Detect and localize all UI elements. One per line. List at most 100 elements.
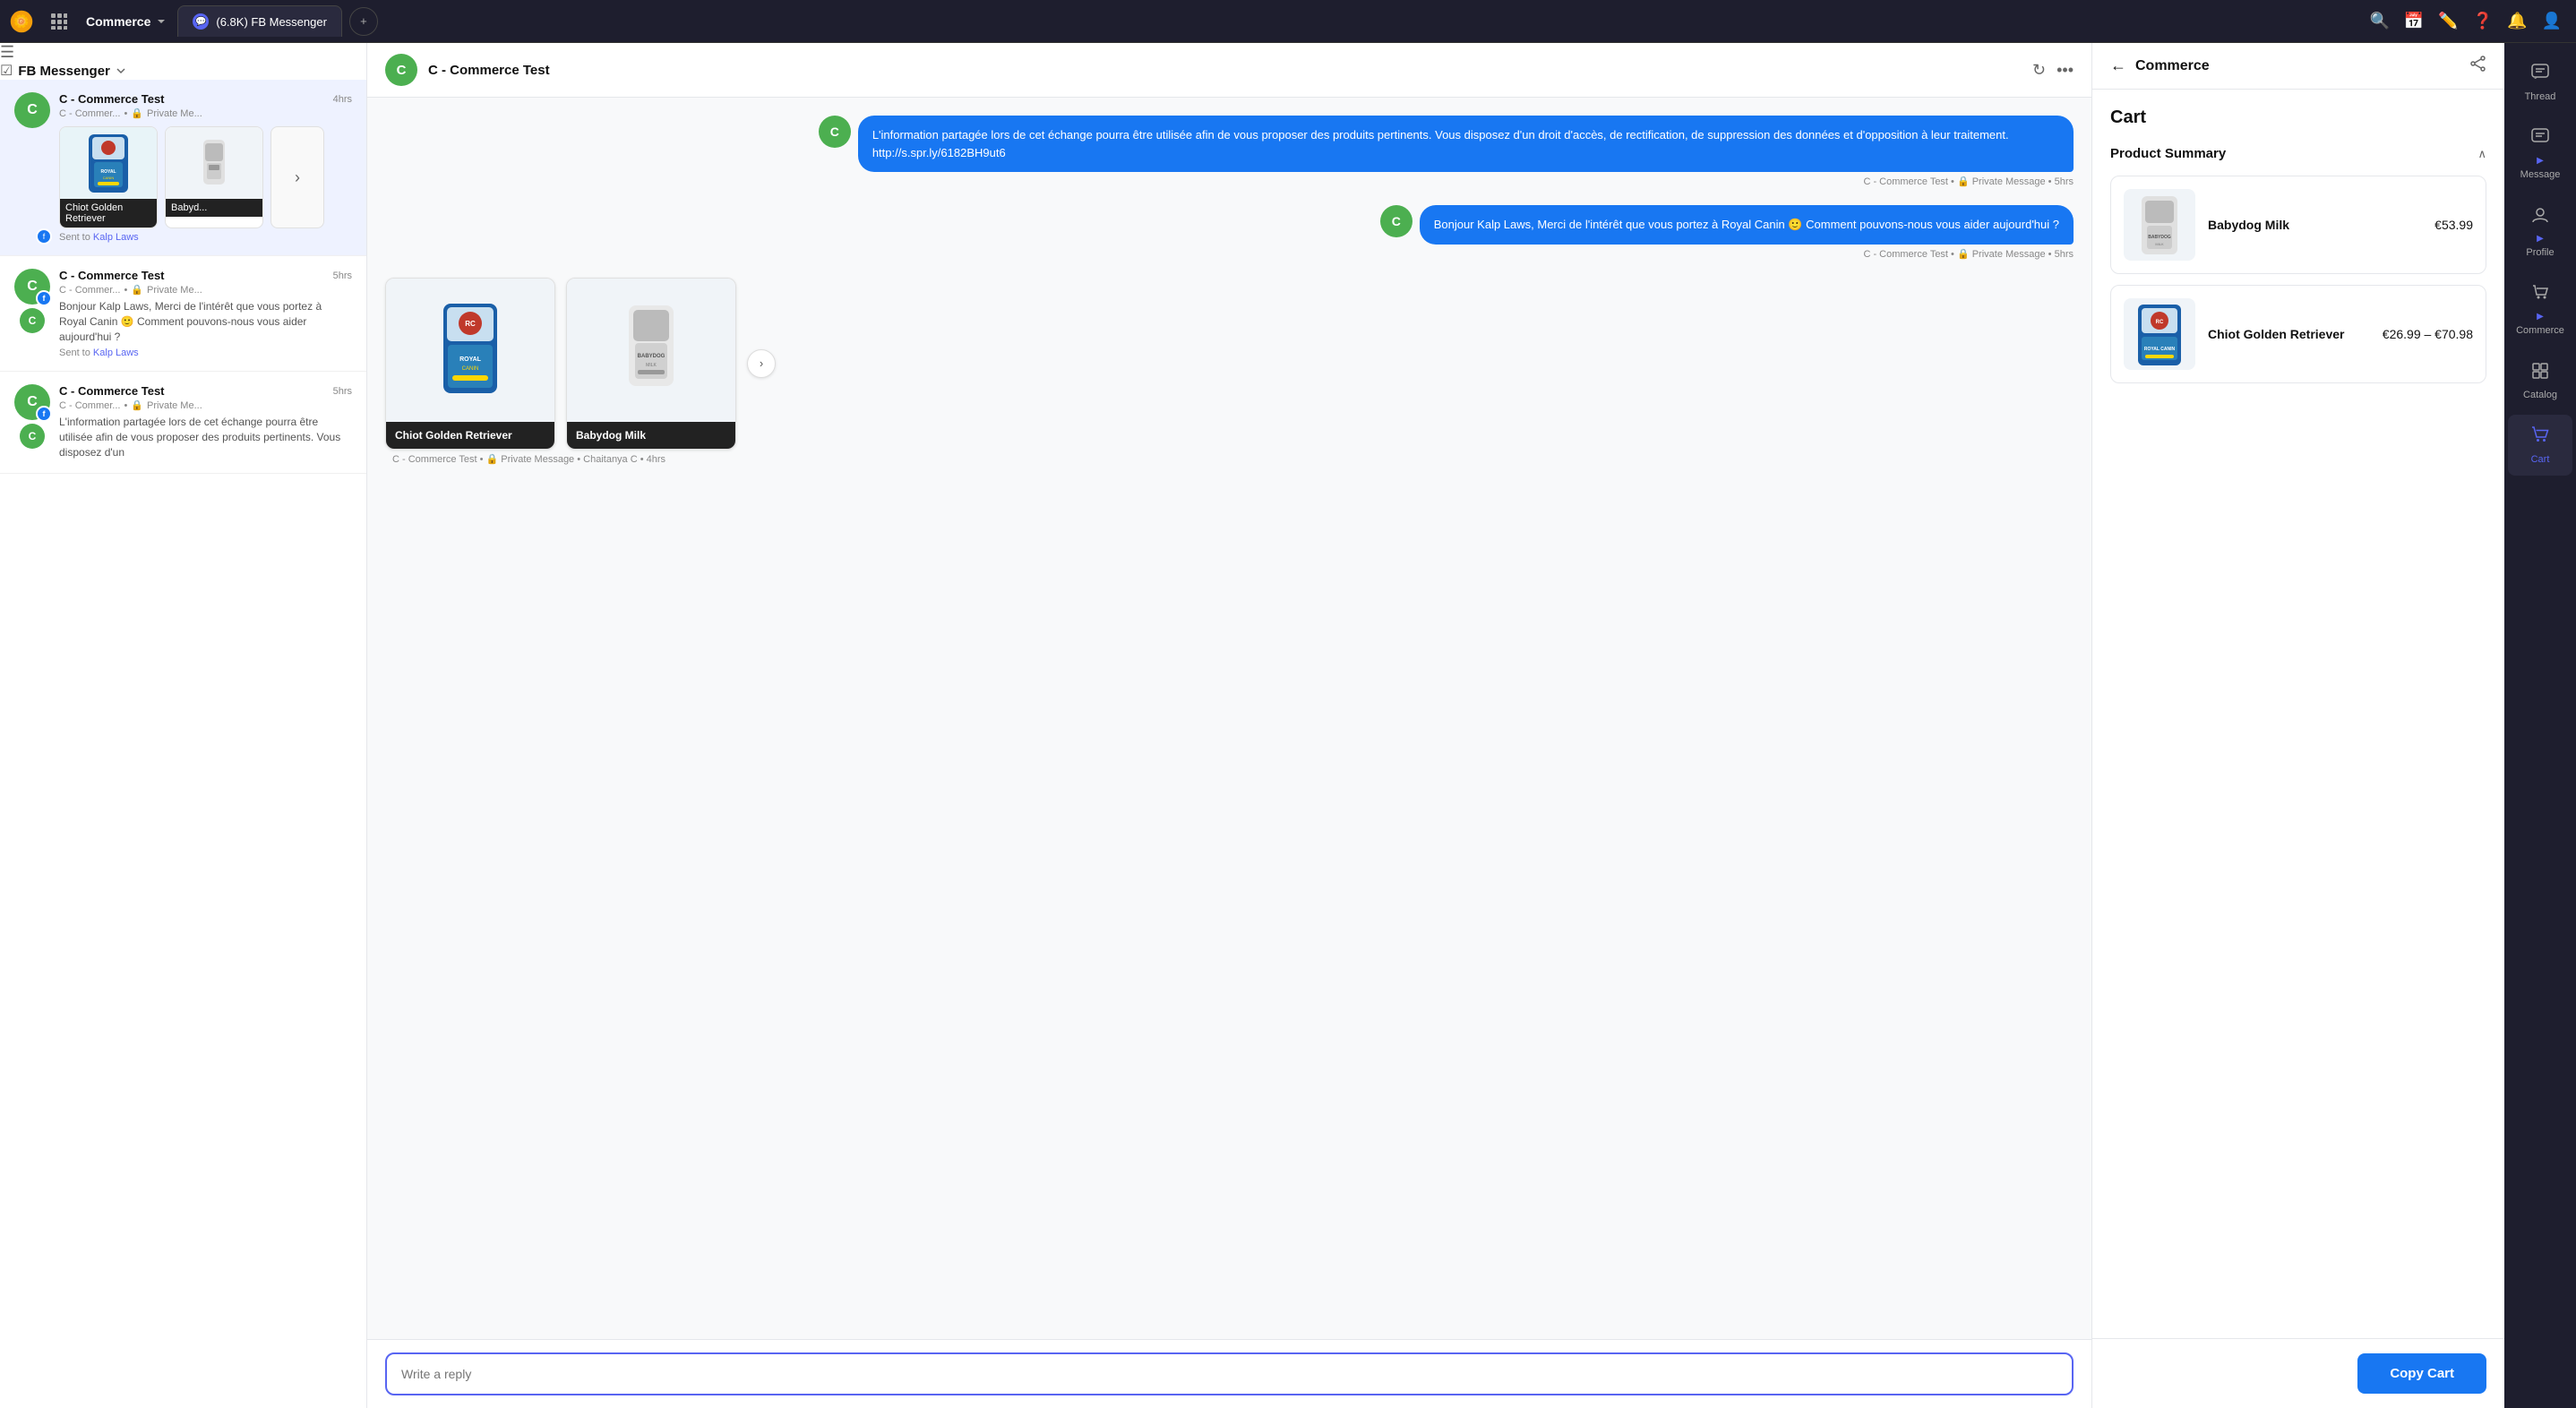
product-summary-header: Product Summary ∧: [2110, 146, 2486, 161]
calendar-icon[interactable]: 📅: [2404, 12, 2424, 30]
svg-text:RC: RC: [2156, 320, 2164, 325]
inner-avatar: C: [20, 308, 45, 333]
rail-item-thread[interactable]: Thread: [2508, 52, 2572, 113]
avatar: C f: [14, 269, 50, 305]
platform-icon: f: [36, 290, 52, 306]
rail-label-message: Message: [2520, 169, 2561, 180]
workspace-selector[interactable]: Commerce: [75, 14, 177, 29]
product-card: RC ROYAL CANIN Chiot Golden Retriever: [385, 278, 555, 450]
product-card-mini: Babyd...: [165, 126, 263, 228]
svg-text:🌼: 🌼: [13, 13, 29, 29]
conv-sent-to: Sent to Kalp Laws: [59, 232, 352, 243]
sidebar-header: ☰ ☑ FB Messenger: [0, 43, 366, 80]
notifications-icon[interactable]: 🔔: [2507, 12, 2527, 30]
product-price: €53.99: [2434, 218, 2473, 232]
product-summary-label: Product Summary: [2110, 146, 2226, 161]
thread-icon: [2530, 63, 2550, 88]
product-card-name: Chiot Golden Retriever: [386, 422, 554, 449]
cart-product-item: BABYDOG MILK Babydog Milk €53.99: [2110, 176, 2486, 274]
conv-meta: C - Commer... •🔒 Private Me...: [59, 399, 352, 411]
bubble-meta: C - Commerce Test • 🔒 Private Message • …: [385, 453, 665, 465]
conv-name: C - Commerce Test: [59, 384, 165, 398]
hamburger-icon[interactable]: ☰: [0, 43, 14, 61]
rail-item-message[interactable]: ▶ Message: [2508, 116, 2572, 191]
conv-preview: L'information partagée lors de cet échan…: [59, 415, 352, 459]
search-icon[interactable]: 🔍: [2369, 12, 2389, 30]
conv-meta: C - Commer... • 🔒 Private Me...: [59, 107, 352, 119]
conv-time: 5hrs: [333, 270, 352, 281]
products-next-arrow[interactable]: ›: [747, 349, 776, 378]
rail-item-cart[interactable]: Cart: [2508, 415, 2572, 476]
conv-preview: Bonjour Kalp Laws, Merci de l'intérêt qu…: [59, 299, 352, 344]
product-card: BABYDOG MILK Babydog Milk: [566, 278, 736, 450]
svg-text:ROYAL CANIN: ROYAL CANIN: [2144, 347, 2176, 352]
product-name: Babydog Milk: [2208, 218, 2422, 232]
copy-cart-button[interactable]: Copy Cart: [2357, 1353, 2486, 1394]
bubble-text: Bonjour Kalp Laws, Merci de l'intérêt qu…: [1420, 205, 2074, 245]
product-carousel: ROYAL CANIN Chiot Golden Retriever: [59, 126, 352, 228]
profile-avatar[interactable]: 👤: [2542, 12, 2562, 30]
rail-label-thread: Thread: [2525, 91, 2556, 102]
panel-title: Commerce: [2135, 58, 2461, 74]
bubble-text: L'information partagée lors de cet échan…: [858, 116, 2074, 172]
rail-item-catalog[interactable]: Catalog: [2508, 350, 2572, 411]
more-options-icon[interactable]: •••: [2057, 61, 2074, 80]
cart-section: Cart Product Summary ∧ BABYDOG MILK: [2092, 90, 2504, 1338]
cart-title: Cart: [2110, 107, 2486, 128]
message-bubble: Bonjour Kalp Laws, Merci de l'intérêt qu…: [385, 205, 2074, 260]
inbox-dropdown-icon[interactable]: [116, 65, 126, 76]
chat-contact-avatar: C: [385, 54, 417, 86]
product-card-mini: ROYAL CANIN Chiot Golden Retriever: [59, 126, 158, 228]
conv-name: C - Commerce Test: [59, 92, 165, 106]
conv-sent-to: Sent to Kalp Laws: [59, 348, 352, 358]
svg-text:MILK: MILK: [646, 363, 657, 368]
edit-icon[interactable]: ✏️: [2438, 12, 2458, 30]
checkbox-icon[interactable]: ☑: [0, 62, 13, 80]
copy-cart-area: Copy Cart: [2092, 1338, 2504, 1408]
logo: 🌼: [0, 9, 43, 34]
grid-menu-icon[interactable]: [43, 5, 75, 38]
product-summary-toggle[interactable]: ∧: [2477, 147, 2486, 161]
conversation-item[interactable]: C f C - Commerce Test 4hrs C - Commer...…: [0, 80, 366, 256]
commerce-icon: [2530, 283, 2550, 308]
chat-messages: L'information partagée lors de cet échan…: [367, 98, 2091, 1339]
chat-contact-name: C - Commerce Test: [428, 63, 550, 78]
product-price: €26.99 – €70.98: [2383, 327, 2473, 341]
icon-rail: Thread ▶ Message ▶ Profil: [2504, 43, 2576, 1408]
svg-text:ROYAL: ROYAL: [100, 169, 116, 175]
conv-time: 5hrs: [333, 386, 352, 397]
product-name: Chiot Golden Retriever: [60, 199, 157, 228]
back-arrow[interactable]: ←: [2110, 56, 2126, 75]
rail-label-profile: Profile: [2526, 247, 2554, 258]
conv-name: C - Commerce Test: [59, 269, 165, 282]
rail-item-profile[interactable]: ▶ Profile: [2508, 194, 2572, 269]
reply-input[interactable]: [385, 1352, 2074, 1395]
fb-messenger-tab[interactable]: 💬 (6.8K) FB Messenger: [177, 5, 342, 37]
rail-item-commerce[interactable]: ▶ Commerce: [2508, 272, 2572, 347]
share-icon[interactable]: [2470, 56, 2486, 76]
conversation-item[interactable]: C f C C - Commerce Test 5hrs C - Commer.…: [0, 372, 366, 473]
chat-products: RC ROYAL CANIN Chiot Golden Retriever: [385, 278, 776, 450]
conv-time: 4hrs: [333, 94, 352, 105]
platform-icon: f: [36, 406, 52, 422]
message-bubble: L'information partagée lors de cet échan…: [385, 116, 2074, 187]
cart-icon: [2530, 425, 2550, 451]
help-icon[interactable]: ❓: [2473, 12, 2493, 30]
add-tab-button[interactable]: +: [349, 7, 378, 36]
svg-text:BABYDOG: BABYDOG: [2148, 235, 2171, 240]
cart-product-item: RC ROYAL CANIN Chiot Golden Retriever €2…: [2110, 285, 2486, 383]
message-icon: [2530, 127, 2550, 152]
right-panel-header: ← Commerce: [2092, 43, 2504, 90]
carousel-more[interactable]: ›: [270, 126, 324, 228]
refresh-icon[interactable]: ↻: [2032, 61, 2046, 80]
bubble-meta: C - Commerce Test • 🔒 Private Message • …: [1863, 248, 2074, 260]
product-card-name: Babydog Milk: [567, 422, 735, 449]
catalog-icon: [2530, 361, 2550, 386]
conversation-item[interactable]: C f C C - Commerce Test 5hrs C - Commer.…: [0, 256, 366, 372]
rail-arrow-profile: ▶: [2537, 234, 2544, 244]
rail-label-cart: Cart: [2531, 454, 2550, 465]
sender-avatar: C: [819, 116, 851, 148]
svg-text:BABYDOG: BABYDOG: [638, 354, 665, 359]
profile-icon: [2530, 205, 2550, 230]
chat-header: C C - Commerce Test ↻ •••: [367, 43, 2091, 98]
